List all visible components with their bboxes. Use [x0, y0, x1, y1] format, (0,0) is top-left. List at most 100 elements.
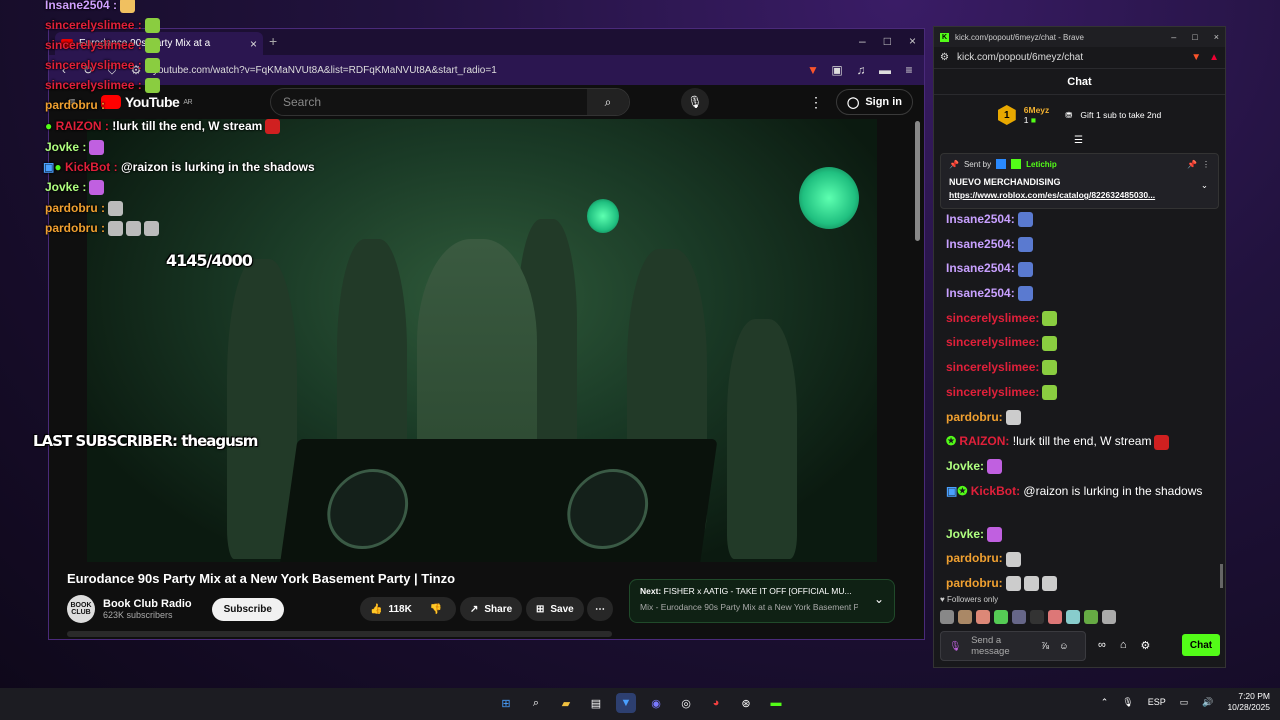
- slime-emote-icon: [1042, 311, 1058, 327]
- microphone-icon[interactable]: 🎙: [681, 88, 709, 116]
- mic-icon[interactable]: 🎙: [1122, 697, 1133, 708]
- youtube-logo[interactable]: YouTube AR: [101, 94, 193, 110]
- close-window-icon[interactable]: ×: [909, 34, 916, 48]
- taskbar: ⊞ ⌕ ▰ ▤ ▼ ◉ ◎ ◕ ⊛ ▬ ⌃ 🎙 ESP ▭ 🔊 7:20 PM …: [0, 688, 1280, 720]
- obs-icon[interactable]: ⊛: [736, 693, 756, 713]
- emote-icon: [987, 459, 1003, 475]
- chat-header: Chat: [934, 69, 1225, 95]
- maximize-icon[interactable]: □: [1192, 32, 1197, 42]
- search-input[interactable]: Search ⌕: [270, 88, 630, 116]
- discord-icon[interactable]: ◉: [646, 693, 666, 713]
- new-tab-icon[interactable]: +: [269, 33, 277, 49]
- points-icon[interactable]: ∞: [1098, 639, 1106, 652]
- send-chat-button[interactable]: Chat: [1182, 634, 1220, 656]
- next-video-playlist: Mix - Eurodance 90s Party Mix at a New Y…: [640, 602, 858, 612]
- search-icon[interactable]: ⌕: [587, 89, 629, 115]
- chrome-icon[interactable]: ◕: [706, 693, 726, 713]
- brave-browser-icon[interactable]: ▼: [616, 693, 636, 713]
- chevron-down-icon[interactable]: ⌄: [874, 592, 884, 606]
- overlay-line: sincerelyslimee :: [45, 58, 160, 74]
- chat-message: Insane2504:: [946, 256, 1216, 281]
- more-actions-button[interactable]: ⋯: [587, 597, 613, 621]
- brave-shield-icon[interactable]: ▼: [1191, 52, 1201, 63]
- store-icon[interactable]: ▤: [586, 693, 606, 713]
- mic-icon[interactable]: 🎙: [949, 641, 961, 652]
- bot-badge-icon: ▣: [43, 160, 55, 174]
- chevron-down-icon[interactable]: ⌄: [1201, 180, 1208, 191]
- emote-icon[interactable]: [940, 610, 954, 624]
- vpn-icon[interactable]: ▬: [878, 63, 892, 77]
- rewards-icon[interactable]: ▲: [1209, 52, 1219, 63]
- overlay-line: pardobru :: [45, 221, 159, 237]
- account-icon: ◯: [847, 96, 860, 109]
- chat-input[interactable]: 🎙 Send a message ⅞ ☺: [940, 631, 1086, 661]
- badge-icon: [996, 159, 1007, 169]
- subscribe-button[interactable]: Subscribe: [211, 597, 284, 621]
- chevron-up-icon[interactable]: ⌃: [1101, 697, 1109, 708]
- network-icon[interactable]: ▭: [1180, 697, 1189, 708]
- save-button[interactable]: ⊞ Save: [526, 597, 584, 621]
- title-bar: K kick.com/popout/6meyz/chat - Brave – □ ×: [934, 27, 1225, 47]
- emote-icon[interactable]: [1102, 610, 1116, 624]
- chat-scrollbar[interactable]: [1220, 564, 1223, 588]
- badge-icon: [1011, 159, 1022, 169]
- music-icon[interactable]: ♫: [854, 63, 868, 77]
- more-options-icon[interactable]: ⋮: [809, 94, 823, 111]
- address-bar: ‹ ↻ ⛉ ⚙ youtube.com/watch?v=FqKMaNVUt8A&…: [49, 55, 924, 85]
- file-explorer-icon[interactable]: ▰: [556, 693, 576, 713]
- start-icon[interactable]: ⊞: [496, 693, 516, 713]
- minimize-icon[interactable]: –: [859, 34, 866, 48]
- top-gifter-name[interactable]: 6Meyz: [1024, 105, 1050, 115]
- clock[interactable]: 7:20 PM 10/28/2025: [1227, 691, 1270, 713]
- close-window-icon[interactable]: ×: [1214, 32, 1219, 42]
- close-tab-icon[interactable]: ×: [250, 37, 257, 51]
- chat-message: ✪ RAIZON: !lurk till the end, W stream: [946, 429, 1216, 454]
- emote-icon[interactable]: [1030, 610, 1044, 624]
- emote-icon[interactable]: [958, 610, 972, 624]
- emote-icon[interactable]: [1066, 610, 1080, 624]
- emoji-icon[interactable]: ☺: [1059, 641, 1069, 652]
- maximize-icon[interactable]: □: [884, 34, 891, 48]
- like-dislike-group: 👍 118K 👎: [360, 597, 456, 621]
- emote-icon[interactable]: [1012, 610, 1026, 624]
- kick-app-icon[interactable]: ▬: [766, 693, 786, 713]
- url-field[interactable]: kick.com/popout/6meyz/chat: [957, 52, 1183, 63]
- language-indicator[interactable]: ESP: [1148, 697, 1166, 707]
- translate-icon[interactable]: ⅞: [1041, 641, 1049, 652]
- store-icon[interactable]: ⌂: [1120, 639, 1127, 652]
- menu-icon[interactable]: ≡: [902, 63, 916, 77]
- emote-icon[interactable]: [1048, 610, 1062, 624]
- video-player[interactable]: [87, 119, 877, 562]
- brave-shield-icon[interactable]: ▼: [806, 63, 820, 77]
- minimize-icon[interactable]: –: [1171, 32, 1176, 42]
- title-bar: Eurodance 90s Party Mix at a × + – □ ×: [49, 29, 924, 55]
- gift-sub-text[interactable]: Gift 1 sub to take 2nd: [1080, 110, 1161, 120]
- emote-icon[interactable]: [1084, 610, 1098, 624]
- channel-name[interactable]: Book Club Radio: [103, 598, 192, 610]
- channel-avatar[interactable]: BOOK CLUB: [67, 595, 95, 623]
- sign-in-button[interactable]: ◯ Sign in: [836, 89, 913, 115]
- volume-icon[interactable]: 🔊: [1202, 697, 1213, 708]
- like-count[interactable]: 118K: [388, 604, 411, 615]
- settings-icon[interactable]: ⚙: [1141, 639, 1151, 652]
- emote-icon[interactable]: [994, 610, 1008, 624]
- dj-figure: [417, 239, 537, 469]
- expand-icon[interactable]: ☰: [1074, 135, 1083, 146]
- site-info-icon[interactable]: ⚙: [940, 52, 949, 63]
- emote-icon: [1005, 551, 1021, 567]
- dislike-icon[interactable]: 👎: [430, 604, 442, 615]
- chat-messages: Insane2504: Insane2504: Insane2504: Insa…: [946, 207, 1216, 596]
- next-video-card[interactable]: Next: FISHER x AATIG - TAKE IT OFF [OFFI…: [629, 579, 895, 623]
- emote-icon[interactable]: [976, 610, 990, 624]
- like-button[interactable]: 👍: [370, 604, 382, 615]
- extensions-icon[interactable]: ▣: [830, 63, 844, 77]
- unpin-icon[interactable]: 📌: [1187, 160, 1197, 169]
- search-icon[interactable]: ⌕: [526, 693, 546, 713]
- pin-author[interactable]: Letichip: [1026, 160, 1057, 169]
- share-button[interactable]: ↗ Share: [460, 597, 523, 621]
- app-icon[interactable]: ◎: [676, 693, 696, 713]
- page-scrollbar[interactable]: [915, 121, 920, 241]
- url-field[interactable]: youtube.com/watch?v=FqKMaNVUt8A&list=RDF…: [153, 65, 796, 76]
- more-icon[interactable]: ⋮: [1202, 160, 1210, 169]
- pinned-link[interactable]: https://www.roblox.com/es/catalog/822632…: [949, 190, 1194, 200]
